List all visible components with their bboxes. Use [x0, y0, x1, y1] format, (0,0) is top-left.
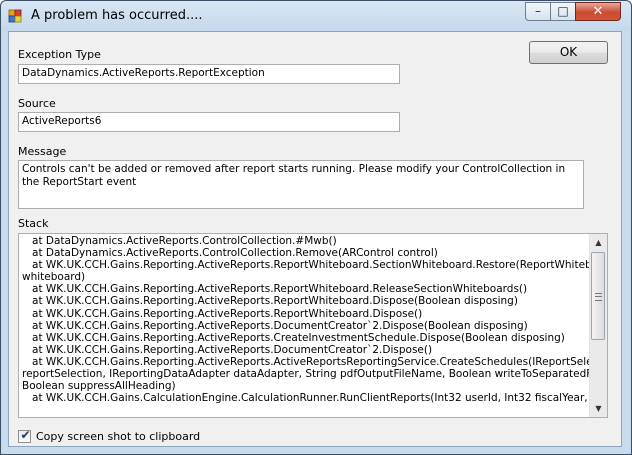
- stack-trace-line: reportSelection, IReportingDataAdapter d…: [22, 368, 608, 381]
- source-field[interactable]: ActiveReports6: [18, 112, 400, 132]
- scroll-grip-icon: [595, 293, 602, 301]
- stack-label: Stack: [18, 217, 49, 230]
- title-bar[interactable]: A problem has occurred.... – □ ✕: [1, 1, 631, 31]
- scroll-up-arrow-icon[interactable]: ▲: [590, 234, 607, 251]
- exception-type-field[interactable]: DataDynamics.ActiveReports.ReportExcepti…: [18, 64, 400, 84]
- stack-scrollbar[interactable]: ▲ ▼: [589, 234, 607, 417]
- stack-trace-line: at WK.UK.CCH.Gains.Reporting.ActiveRepor…: [22, 307, 423, 320]
- stack-trace-line: at WK.UK.CCH.Gains.Reporting.ActiveRepor…: [22, 319, 528, 332]
- stack-trace-line: at WK.UK.CCH.Gains.Reporting.ActiveRepor…: [22, 259, 608, 272]
- stack-trace-line: at WK.UK.CCH.Gains.Reporting.ActiveRepor…: [22, 295, 518, 308]
- stack-trace-line: at DataDynamics.ActiveReports.ControlCol…: [22, 247, 438, 260]
- stack-trace-line: at WK.UK.CCH.Gains.Reporting.ActiveRepor…: [22, 355, 608, 368]
- stack-trace-line: at DataDynamics.ActiveReports.ControlCol…: [22, 235, 337, 247]
- ok-button[interactable]: OK: [529, 41, 608, 64]
- stack-trace-line: at WK.UK.CCH.Gains.Reporting.ActiveRepor…: [22, 343, 433, 356]
- close-button[interactable]: ✕: [575, 2, 621, 21]
- dialog-client-area: OK Exception Type DataDynamics.ActiveRep…: [8, 31, 622, 447]
- message-label: Message: [18, 145, 67, 158]
- checkmark-icon: ✔: [20, 428, 31, 442]
- stack-trace-text: at DataDynamics.ActiveReports.ControlCol…: [22, 235, 608, 405]
- minimize-button[interactable]: –: [525, 2, 551, 21]
- stack-trace-field[interactable]: at DataDynamics.ActiveReports.ControlCol…: [18, 233, 608, 418]
- window-title: A problem has occurred....: [31, 8, 203, 23]
- app-icon: [8, 9, 22, 23]
- stack-trace-line: whiteboard): [22, 271, 86, 284]
- dialog-window: A problem has occurred.... – □ ✕ OK Exce…: [0, 0, 632, 455]
- message-field[interactable]: Controls can't be added or removed after…: [18, 160, 584, 209]
- stack-trace-line: at WK.UK.CCH.Gains.Reporting.ActiveRepor…: [22, 331, 565, 344]
- exception-type-label: Exception Type: [18, 48, 101, 61]
- minimize-icon: –: [535, 4, 541, 18]
- maximize-button[interactable]: □: [550, 2, 576, 21]
- copy-screenshot-checkbox[interactable]: ✔: [18, 428, 31, 443]
- stack-trace-line: at WK.UK.CCH.Gains.CalculationEngine.Cal…: [22, 392, 588, 405]
- stack-trace-line: at WK.UK.CCH.Gains.Reporting.ActiveRepor…: [22, 283, 528, 296]
- close-icon: ✕: [592, 4, 604, 19]
- copy-screenshot-label[interactable]: Copy screen shot to clipboard: [36, 430, 200, 443]
- maximize-icon: □: [557, 4, 569, 18]
- source-label: Source: [18, 97, 56, 110]
- scroll-down-arrow-icon[interactable]: ▼: [590, 400, 607, 417]
- scrollbar-thumb[interactable]: [591, 252, 605, 340]
- stack-trace-line: Boolean suppressAllHeading): [22, 380, 176, 393]
